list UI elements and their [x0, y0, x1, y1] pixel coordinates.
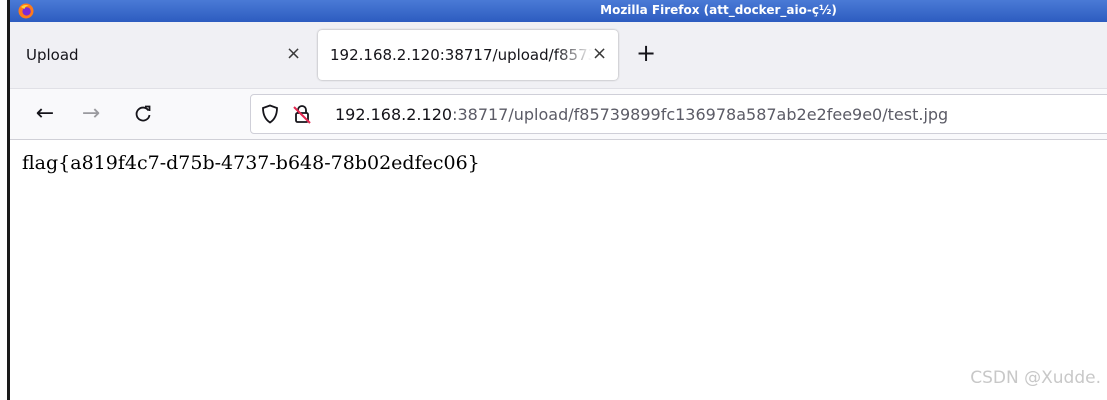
tab-label: Upload — [26, 46, 79, 64]
window-title: Mozilla Firefox (att_docker_aio-ç½) — [600, 3, 837, 17]
tab-strip: Upload × 192.168.2.120:38717/upload/f857… — [10, 22, 1107, 88]
url-path: :38717/upload/f85739899fc136978a587ab2e2… — [452, 105, 949, 124]
reload-icon — [135, 105, 151, 122]
new-tab-button[interactable]: + — [636, 41, 656, 65]
browser-window: Mozilla Firefox (att_docker_aio-ç½) Uplo… — [10, 0, 1107, 400]
page-content: flag{a819f4c7-d75b-4737-b648-78b02edfec0… — [10, 140, 1107, 400]
title-bar: Mozilla Firefox (att_docker_aio-ç½) — [10, 0, 1107, 22]
tab-close-icon[interactable]: × — [286, 43, 301, 64]
navigation-toolbar: ← → 192.168.2.120:38717/upload/f85739899… — [10, 88, 1107, 140]
url-host: 192.168.2.120 — [335, 105, 453, 124]
back-button[interactable]: ← — [32, 101, 58, 127]
reload-button[interactable] — [130, 101, 156, 127]
page-text: flag{a819f4c7-d75b-4737-b648-78b02edfec0… — [22, 152, 480, 174]
tab-active-test-jpg[interactable]: 192.168.2.120:38717/upload/f85739899fc13… — [318, 30, 618, 80]
tracking-shield-icon[interactable] — [261, 104, 279, 124]
forward-button[interactable]: → — [78, 101, 104, 127]
tab-close-icon[interactable]: × — [592, 43, 607, 64]
tab-label: 192.168.2.120:38717/upload/f85739899fc13… — [330, 46, 592, 64]
url-text[interactable]: 192.168.2.120:38717/upload/f85739899fc13… — [335, 105, 948, 124]
left-window-edge — [0, 0, 10, 400]
tab-upload[interactable]: Upload × — [10, 30, 315, 80]
watermark: CSDN @Xudde. — [970, 368, 1101, 388]
insecure-lock-icon[interactable] — [292, 104, 312, 124]
address-bar[interactable]: 192.168.2.120:38717/upload/f85739899fc13… — [250, 94, 1107, 134]
